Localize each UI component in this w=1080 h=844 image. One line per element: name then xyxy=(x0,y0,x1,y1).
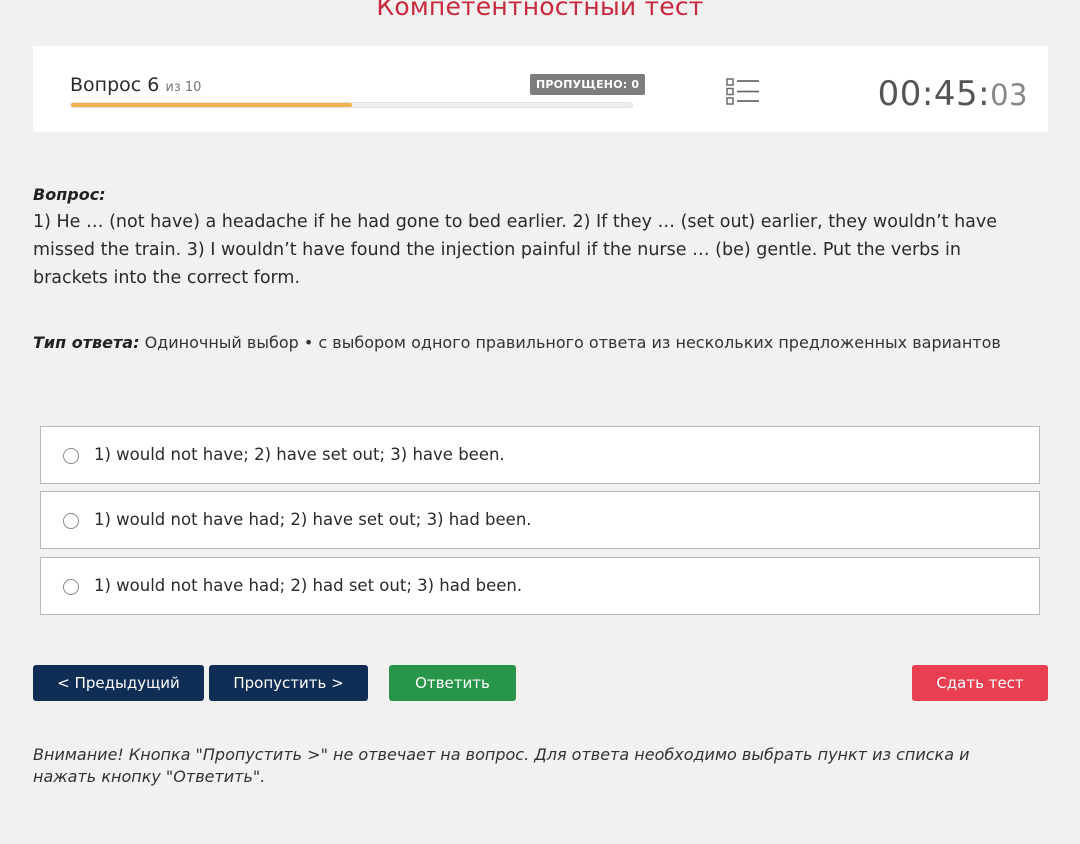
answer-type: Тип ответа: Одиночный выбор • с выбором … xyxy=(33,333,1001,352)
test-header-panel: Вопрос 6 из 10 ПРОПУЩЕНО: 0 00:45:03 xyxy=(33,46,1048,132)
answer-option-3[interactable]: 1) would not have had; 2) had set out; 3… xyxy=(40,557,1040,615)
answer-option-1[interactable]: 1) would not have; 2) have set out; 3) h… xyxy=(40,426,1040,484)
answer-option-2[interactable]: 1) would not have had; 2) have set out; … xyxy=(40,491,1040,549)
question-label: Вопрос: xyxy=(33,185,106,204)
radio-button[interactable] xyxy=(63,579,79,595)
submit-test-button[interactable]: Сдать тест xyxy=(912,665,1048,701)
question-text: 1) He … (not have) a headache if he had … xyxy=(33,212,998,288)
warning-note: Внимание! Кнопка "Пропустить >" не отвеч… xyxy=(33,745,970,786)
previous-button[interactable]: < Предыдущий xyxy=(33,665,204,701)
page-title: Компетентностный тест xyxy=(376,0,704,21)
answer-type-value: Одиночный выбор • с выбором одного прави… xyxy=(144,333,1001,352)
progress-fill xyxy=(71,103,352,107)
progress-bar xyxy=(70,102,633,108)
option-text: 1) would not have had; 2) had set out; 3… xyxy=(94,576,523,595)
radio-button[interactable] xyxy=(63,513,79,529)
skipped-badge: ПРОПУЩЕНО: 0 xyxy=(530,74,646,95)
countdown-timer: 00:45:03 xyxy=(878,74,1028,114)
radio-button[interactable] xyxy=(63,448,79,464)
option-text: 1) would not have had; 2) have set out; … xyxy=(94,510,532,529)
question-total: из 10 xyxy=(165,80,202,95)
question-list-icon[interactable] xyxy=(726,77,760,107)
question-counter: Вопрос 6 из 10 xyxy=(70,74,201,96)
option-text: 1) would not have; 2) have set out; 3) h… xyxy=(94,445,505,464)
answer-type-label: Тип ответа: xyxy=(33,333,140,352)
question-number: Вопрос 6 xyxy=(70,74,160,96)
timer-main: 00:45: xyxy=(877,74,991,114)
skip-button[interactable]: Пропустить > xyxy=(209,665,368,701)
timer-seconds: 03 xyxy=(990,78,1028,112)
answer-button[interactable]: Ответить xyxy=(389,665,516,701)
